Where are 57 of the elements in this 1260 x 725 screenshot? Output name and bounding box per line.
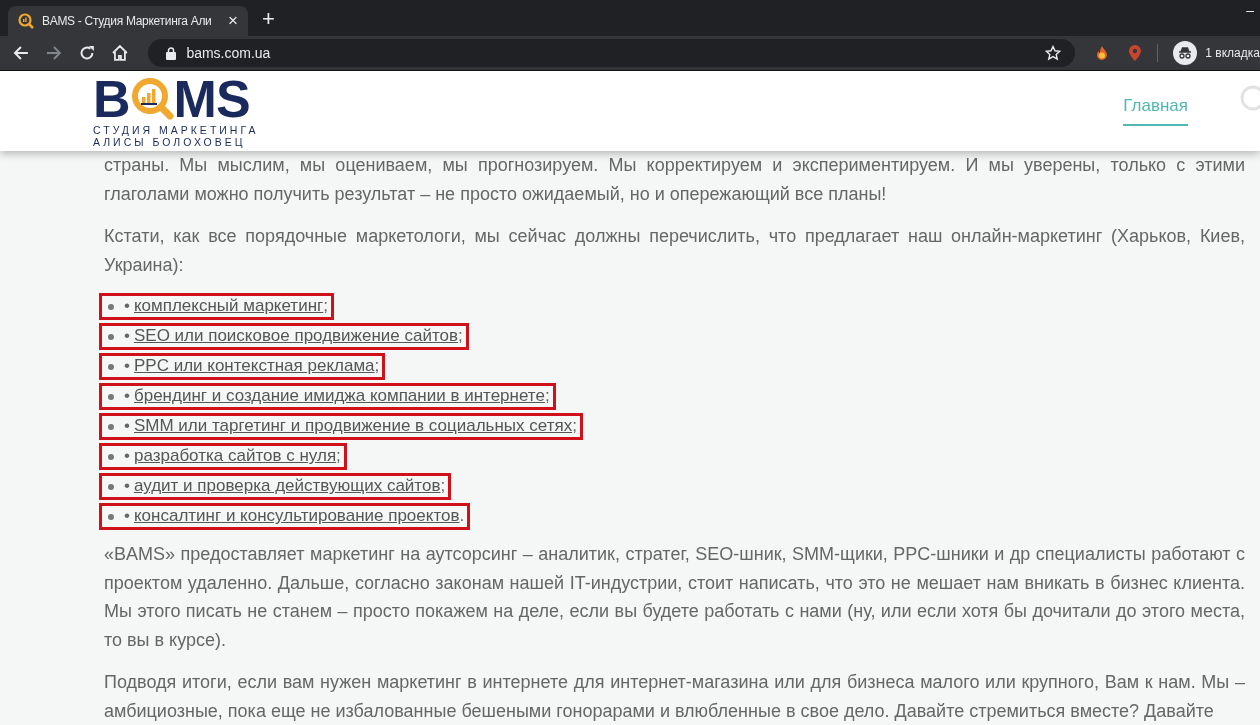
bullet-icon: [108, 303, 114, 310]
paragraph: Кстати, как все порядочные маркетологи, мы сейчас должны перечислить, что предлагает наш онлайн-маркетинг (Харьков, Киев, Украина):: [104, 225, 1245, 277]
paragraph: «BAMS» предоставляет маркетинг на аутсорсинг – аналитик, стратег, SEO-шник, SMM-щики, PPC-шники и др специалисты работают с проектом удаленно. Дальше, согласно законам нашей IT-индустрии, стоит написать, что это не мешает нам вникать в бизнес клиента. Мы этого писать не станем – просто покажем на деле, если вы будете работать с нами (ну, или если хотя бы дочитали до этого места, то вы в курсе).: [104, 543, 1245, 652]
bullet-text: •: [124, 295, 130, 318]
bullet-icon: [108, 423, 114, 430]
service-link[interactable]: SMM или таргетинг и продвижение в социальных сетях: [133, 412, 573, 441]
url-text: bams.com.ua: [186, 45, 272, 61]
bullet-icon: [108, 333, 114, 340]
bullet-text: •: [124, 505, 130, 528]
minimize-button[interactable]: –: [1246, 2, 1254, 18]
magnifier-icon: [18, 13, 34, 29]
bullet-text: •: [124, 355, 130, 378]
new-tab-button[interactable]: +: [262, 6, 275, 32]
incognito-icon: [1173, 41, 1198, 65]
service-link[interactable]: брендинг и создание имиджа компании в интернете: [133, 382, 545, 411]
bullet-text: •: [124, 445, 130, 468]
incognito-profile-button[interactable]: 1 вкладка: [1173, 41, 1260, 65]
bullet-text: •: [124, 385, 130, 408]
service-link[interactable]: аудит и проверка действующих сайтов: [133, 472, 441, 501]
service-link[interactable]: SEO или поисковое продвижение сайтов: [133, 322, 459, 351]
lock-icon: [166, 46, 177, 60]
logo[interactable]: B MS СТУДИЯ МАРКЕТИНГА АЛИСЫ БОЛОХОВЕЦ: [93, 74, 259, 148]
bullet-text: •: [124, 415, 130, 438]
bullet-text: •: [124, 475, 130, 498]
service-link[interactable]: консалтинг и консультирование проектов: [133, 502, 460, 531]
service-link[interactable]: комплексный маркетинг: [133, 292, 324, 321]
punctuation: ;: [458, 325, 463, 348]
punctuation: ;: [572, 415, 577, 438]
bullet-text: •: [124, 325, 130, 348]
paragraph: Подводя итоги, если вам нужен маркетинг в интернете для интернет-магазина или для бизнеса малого или крупного, Вам к нам. Мы – амбициозные, пока еще не избалованные бешеными гонорарами и влюбленные в свое дело. Давайте стремиться вместе? Давайте: [104, 671, 1245, 723]
forward-icon[interactable]: [44, 44, 63, 62]
back-icon[interactable]: [12, 44, 30, 62]
map-pin-icon[interactable]: [1128, 44, 1143, 62]
punctuation: ;: [544, 385, 550, 408]
bullet-icon: [108, 513, 114, 520]
logo-text: B: [93, 74, 130, 124]
star-icon[interactable]: [1044, 45, 1061, 61]
service-link[interactable]: разработка сайтов с нуля: [133, 442, 337, 471]
tab-title: BAMS - Студия Маркетинга Али: [42, 14, 213, 28]
bullet-icon: [108, 453, 114, 460]
bullet-icon: [108, 393, 114, 400]
home-icon[interactable]: [110, 44, 129, 62]
browser-tab[interactable]: BAMS - Студия Маркетинга Али ×: [8, 6, 248, 36]
punctuation: ;: [374, 355, 380, 378]
bullet-icon: [108, 483, 114, 490]
punctuation: ;: [323, 295, 328, 318]
punctuation: ;: [336, 445, 341, 468]
logo-tagline: СТУДИЯ МАРКЕТИНГА: [93, 124, 259, 136]
logo-text: MS: [173, 74, 250, 124]
logo-tagline: АЛИСЫ БОЛОХОВЕЦ: [93, 136, 246, 148]
service-link[interactable]: PPC или контекстная реклама: [133, 352, 375, 381]
bullet-icon: [108, 363, 114, 370]
punctuation: .: [459, 505, 465, 528]
paragraph: страны. Мы мыслим, мы оцениваем, мы прогнозируем. Мы корректируем и экспериментируем. И мы уверены, только с этими глаголами можно получить результат – не просто ожидаемый, но и опережающий все планы!: [104, 154, 1245, 206]
close-tab-button[interactable]: ×: [228, 11, 238, 31]
punctuation: ;: [440, 475, 446, 498]
address-bar[interactable]: bams.com.ua: [148, 39, 1075, 67]
